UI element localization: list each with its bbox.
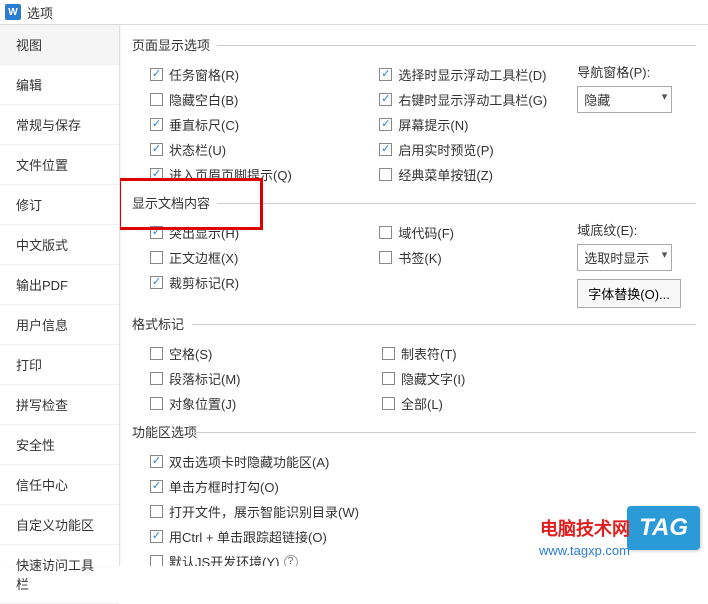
sidebar-item-general[interactable]: 常规与保存 — [0, 105, 119, 145]
label-dblclickhide: 双击选项卡时隐藏功能区(A) — [169, 452, 329, 471]
checkbox-headerfooter[interactable] — [150, 168, 163, 181]
sidebar-item-view[interactable]: 视图 — [0, 25, 119, 65]
label-rightclicktoolbar: 右键时显示浮动工具栏(G) — [398, 90, 547, 109]
label-fieldcode: 域代码(F) — [398, 223, 454, 242]
label-navpane: 导航窗格(P): — [577, 62, 696, 81]
label-cropmark: 裁剪标记(R) — [169, 273, 239, 292]
label-all: 全部(L) — [401, 394, 443, 413]
label-taskpane: 任务窗格(R) — [169, 65, 239, 84]
checkbox-tab[interactable] — [382, 347, 395, 360]
label-statusbar: 状态栏(U) — [169, 140, 226, 159]
checkbox-jsdev[interactable] — [150, 555, 163, 566]
label-screentip: 屏幕提示(N) — [398, 115, 468, 134]
label-headerfooter: 进入页眉页脚提示(Q) — [169, 165, 292, 184]
checkbox-vruler[interactable] — [150, 118, 163, 131]
label-vruler: 垂直标尺(C) — [169, 115, 239, 134]
checkbox-clickcheck[interactable] — [150, 480, 163, 493]
section-title-page-display: 页面显示选项 — [132, 35, 696, 54]
checkbox-cropmark[interactable] — [150, 276, 163, 289]
sidebar-item-userinfo[interactable]: 用户信息 — [0, 305, 119, 345]
help-icon[interactable]: ? — [284, 555, 298, 567]
checkbox-classicmenu[interactable] — [379, 168, 392, 181]
checkbox-taskpane[interactable] — [150, 68, 163, 81]
checkbox-livepreview[interactable] — [379, 143, 392, 156]
label-objectpos: 对象位置(J) — [169, 394, 236, 413]
checkbox-screentip[interactable] — [379, 118, 392, 131]
section-format-mark: 格式标记 空格(S) 段落标记(M) 对象位置(J) 制表符(T) 隐藏文字(I… — [132, 314, 696, 416]
checkbox-paragraph[interactable] — [150, 372, 163, 385]
checkbox-statusbar[interactable] — [150, 143, 163, 156]
app-icon: W — [5, 4, 21, 20]
label-livepreview: 启用实时预览(P) — [398, 140, 493, 159]
window-title: 选项 — [27, 3, 53, 22]
section-page-display: 页面显示选项 任务窗格(R) 隐藏空白(B) 垂直标尺(C) 状态栏(U) 进入… — [132, 35, 696, 187]
select-navpane[interactable]: 隐藏 — [577, 86, 672, 113]
label-classicmenu: 经典菜单按钮(Z) — [398, 165, 493, 184]
checkbox-hideblank[interactable] — [150, 93, 163, 106]
checkbox-all[interactable] — [382, 397, 395, 410]
checkbox-space[interactable] — [150, 347, 163, 360]
section-ribbon: 功能区选项 双击选项卡时隐藏功能区(A) 单击方框时打勾(O) 打开文件，展示智… — [132, 422, 696, 566]
label-smarttoc: 打开文件，展示智能识别目录(W) — [169, 502, 359, 521]
label-hideblank: 隐藏空白(B) — [169, 90, 238, 109]
button-fontreplace[interactable]: 字体替换(O)... — [577, 279, 681, 308]
label-paragraph: 段落标记(M) — [169, 369, 241, 388]
section-title-format-mark: 格式标记 — [132, 314, 696, 333]
checkbox-dblclickhide[interactable] — [150, 455, 163, 468]
label-clickcheck: 单击方框时打勾(O) — [169, 477, 279, 496]
label-tab: 制表符(T) — [401, 344, 457, 363]
checkbox-highlight[interactable] — [150, 226, 163, 239]
label-textborder: 正文边框(X) — [169, 248, 238, 267]
sidebar-item-pdf[interactable]: 输出PDF — [0, 265, 119, 305]
section-doc-content: 显示文档内容 突出显示(H) 正文边框(X) 裁剪标记(R) 域代码(F) 书签… — [132, 193, 696, 308]
sidebar-item-revision[interactable]: 修订 — [0, 185, 119, 225]
checkbox-hiddentext[interactable] — [382, 372, 395, 385]
label-jsdev: 默认JS开发环境(Y) — [169, 552, 280, 566]
sidebar-item-security[interactable]: 安全性 — [0, 425, 119, 465]
section-title-doc-content: 显示文档内容 — [132, 193, 696, 212]
label-bookmark: 书签(K) — [398, 248, 441, 267]
sidebar-item-filelocation[interactable]: 文件位置 — [0, 145, 119, 185]
section-title-ribbon: 功能区选项 — [132, 422, 696, 441]
sidebar-item-spellcheck[interactable]: 拼写检查 — [0, 385, 119, 425]
checkbox-smarttoc[interactable] — [150, 505, 163, 518]
checkbox-selecttoolbar[interactable] — [379, 68, 392, 81]
sidebar: 视图 编辑 常规与保存 文件位置 修订 中文版式 输出PDF 用户信息 打印 拼… — [0, 25, 120, 566]
sidebar-item-print[interactable]: 打印 — [0, 345, 119, 385]
label-hiddentext: 隐藏文字(I) — [401, 369, 465, 388]
titlebar: W 选项 — [0, 0, 708, 25]
sidebar-item-customize[interactable]: 自定义功能区 — [0, 505, 119, 545]
content-pane: 页面显示选项 任务窗格(R) 隐藏空白(B) 垂直标尺(C) 状态栏(U) 进入… — [120, 25, 708, 566]
checkbox-bookmark[interactable] — [379, 251, 392, 264]
main-area: 视图 编辑 常规与保存 文件位置 修订 中文版式 输出PDF 用户信息 打印 拼… — [0, 25, 708, 566]
checkbox-objectpos[interactable] — [150, 397, 163, 410]
label-fieldshading: 域底纹(E): — [577, 220, 696, 239]
checkbox-textborder[interactable] — [150, 251, 163, 264]
label-ctrlclick: 用Ctrl + 单击跟踪超链接(O) — [169, 527, 327, 546]
sidebar-item-trust[interactable]: 信任中心 — [0, 465, 119, 505]
label-space: 空格(S) — [169, 344, 212, 363]
sidebar-item-chinese[interactable]: 中文版式 — [0, 225, 119, 265]
sidebar-item-quickaccess[interactable]: 快速访问工具栏 — [0, 545, 119, 604]
checkbox-ctrlclick[interactable] — [150, 530, 163, 543]
checkbox-fieldcode[interactable] — [379, 226, 392, 239]
sidebar-item-edit[interactable]: 编辑 — [0, 65, 119, 105]
label-selecttoolbar: 选择时显示浮动工具栏(D) — [398, 65, 546, 84]
label-highlight: 突出显示(H) — [169, 223, 239, 242]
select-fieldshading[interactable]: 选取时显示 — [577, 244, 672, 271]
tag-badge: TAG — [627, 506, 700, 550]
checkbox-rightclicktoolbar[interactable] — [379, 93, 392, 106]
